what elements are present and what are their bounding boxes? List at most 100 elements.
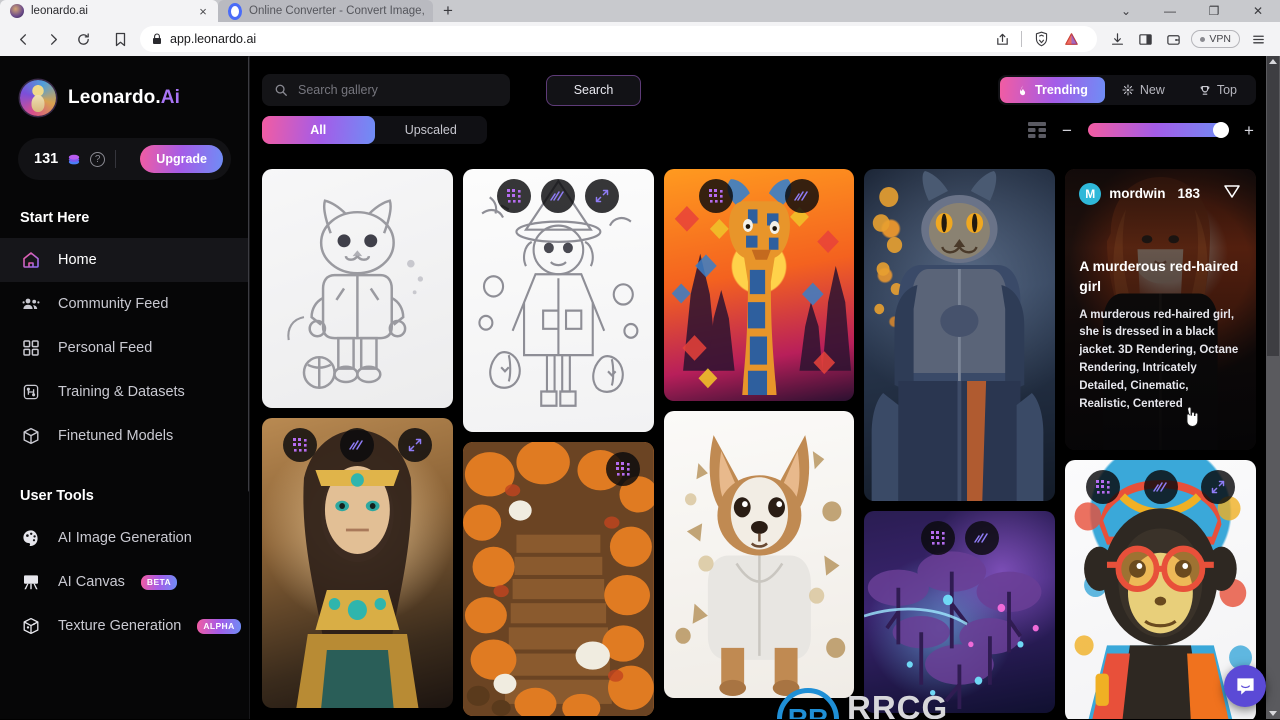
minimize-icon[interactable]: — <box>1148 0 1192 22</box>
card-action-bar <box>864 521 1055 555</box>
chat-widget-button[interactable] <box>1224 665 1266 707</box>
grid-icon <box>20 338 42 358</box>
upgrade-button[interactable]: Upgrade <box>140 145 223 173</box>
remix-icon[interactable] <box>497 179 532 213</box>
zoom-out-button[interactable]: − <box>1060 122 1074 139</box>
sidebar-item-personal-feed[interactable]: Personal Feed <box>0 326 249 370</box>
filter-tab-all[interactable]: All <box>262 116 375 144</box>
hamburger-menu-icon[interactable] <box>1244 24 1272 54</box>
filter-tab-upscaled[interactable]: Upscaled <box>375 116 488 144</box>
zoom-slider-knob[interactable] <box>1213 122 1229 138</box>
zoom-slider[interactable] <box>1088 122 1229 138</box>
expand-icon[interactable] <box>397 428 432 462</box>
remix-icon[interactable] <box>920 521 955 555</box>
bookmark-icon[interactable] <box>106 24 134 54</box>
remix-icon[interactable] <box>698 179 733 213</box>
sidebar-item-label: Texture Generation <box>58 618 182 634</box>
reload-arrow-icon[interactable] <box>68 24 98 54</box>
card-image <box>663 411 855 698</box>
flame-icon <box>1020 84 1026 96</box>
card-cat-knight[interactable] <box>864 169 1056 501</box>
close-icon[interactable]: × <box>196 5 210 18</box>
card-image <box>864 169 1056 501</box>
download-icon[interactable] <box>1103 24 1131 54</box>
card-red-haired-girl[interactable]: M mordwin 183 A murderous red-haired gir… <box>1065 169 1256 450</box>
palette-icon <box>20 528 42 548</box>
card-action-bar <box>1065 470 1256 504</box>
gallery-column <box>663 169 855 719</box>
search-button[interactable]: Search <box>546 74 641 106</box>
card-giraffe-poster[interactable] <box>663 169 855 401</box>
coin-icon <box>69 154 80 165</box>
scroll-down-arrow-icon[interactable] <box>1269 711 1277 716</box>
brave-shield-icon[interactable] <box>1027 24 1055 54</box>
motion-icon[interactable] <box>964 521 999 555</box>
sidebar-item-ai-canvas[interactable]: AI Canvas BETA <box>0 560 249 604</box>
chat-bubble-icon <box>1236 677 1254 695</box>
card-magic-forest[interactable] <box>864 511 1056 713</box>
tab-title: leonardo.ai <box>31 5 88 17</box>
username[interactable]: mordwin <box>1109 186 1165 201</box>
motion-icon[interactable] <box>541 179 576 213</box>
brand-logo-area[interactable]: Leonardo.Ai <box>0 56 249 116</box>
motion-icon[interactable] <box>785 179 820 213</box>
url-text: app.leonardo.ai <box>170 32 257 46</box>
layout-grid-icon[interactable] <box>1028 122 1046 138</box>
search-bar[interactable] <box>262 74 510 106</box>
wallet-icon[interactable] <box>1159 24 1187 54</box>
card-queen[interactable] <box>262 418 453 708</box>
card-witch-girl[interactable] <box>462 169 654 432</box>
card-action-bar <box>463 452 654 486</box>
heart-icon[interactable] <box>1222 181 1242 206</box>
remix-icon[interactable] <box>1085 470 1120 504</box>
tab-new[interactable]: New <box>1105 77 1182 103</box>
tab-top[interactable]: Top <box>1182 77 1254 103</box>
image-title: A murderous red-haired girl <box>1079 258 1239 295</box>
scroll-up-arrow-icon[interactable] <box>1269 59 1277 64</box>
card-pumpkin-path[interactable] <box>462 442 654 716</box>
community-icon <box>20 294 42 314</box>
zoom-controls: − + <box>1028 122 1256 139</box>
expand-icon[interactable] <box>585 179 620 213</box>
sidebar-item-home[interactable]: Home <box>0 238 249 282</box>
motion-icon[interactable] <box>340 428 375 462</box>
credit-count: 131 <box>34 151 59 167</box>
sidebar-item-training-datasets[interactable]: Training & Datasets <box>0 370 249 414</box>
back-arrow-icon[interactable] <box>8 24 38 54</box>
card-chihuahua[interactable] <box>663 411 855 698</box>
motion-icon[interactable] <box>1143 470 1178 504</box>
share-icon[interactable] <box>988 24 1016 54</box>
app-root: Leonardo.Ai 131 ? Upgrade Start Here Hom… <box>0 56 1280 719</box>
remix-icon[interactable] <box>605 452 640 486</box>
url-bar[interactable]: app.leonardo.ai <box>140 24 1098 54</box>
scrollbar-thumb[interactable] <box>1267 56 1279 356</box>
easel-icon <box>20 572 42 592</box>
sidebar-item-community-feed[interactable]: Community Feed <box>0 282 249 326</box>
browser-tab-leonardo[interactable]: leonardo.ai × <box>0 0 218 22</box>
sidebar-item-texture-generation[interactable]: Texture Generation ALPHA <box>0 604 249 648</box>
brave-logo-icon[interactable] <box>1057 24 1085 54</box>
gallery-grid: M mordwin 183 A murderous red-haired gir… <box>262 169 1256 719</box>
forward-arrow-icon[interactable] <box>38 24 68 54</box>
tab-trending[interactable]: Trending <box>1000 77 1105 103</box>
new-tab-button[interactable]: + <box>433 2 463 21</box>
search-input[interactable] <box>298 83 498 97</box>
sidebar-item-label: AI Canvas <box>58 574 125 590</box>
sidebar-item-ai-image-generation[interactable]: AI Image Generation <box>0 516 249 560</box>
brand-title: Leonardo.Ai <box>68 87 180 109</box>
restore-icon[interactable]: ❐ <box>1192 0 1236 22</box>
expand-icon[interactable] <box>1201 470 1236 504</box>
page-scrollbar[interactable] <box>1266 56 1280 719</box>
sidebar-icon[interactable] <box>1131 24 1159 54</box>
card-kitten-sketch[interactable] <box>262 169 453 408</box>
close-icon[interactable]: ✕ <box>1236 0 1280 22</box>
sidebar-item-finetuned-models[interactable]: Finetuned Models <box>0 414 249 458</box>
divider <box>1021 31 1023 47</box>
zoom-in-button[interactable]: + <box>1242 122 1256 139</box>
help-icon[interactable]: ? <box>90 151 106 167</box>
tab-search-chevron-icon[interactable]: ⌄ <box>1104 0 1148 22</box>
browser-tab-converter[interactable]: Online Converter - Convert Image, Vid <box>218 0 433 22</box>
sidebar-section-start-here: Start Here <box>20 210 90 226</box>
vpn-toggle[interactable]: VPN <box>1191 30 1240 48</box>
remix-icon[interactable] <box>282 428 317 462</box>
